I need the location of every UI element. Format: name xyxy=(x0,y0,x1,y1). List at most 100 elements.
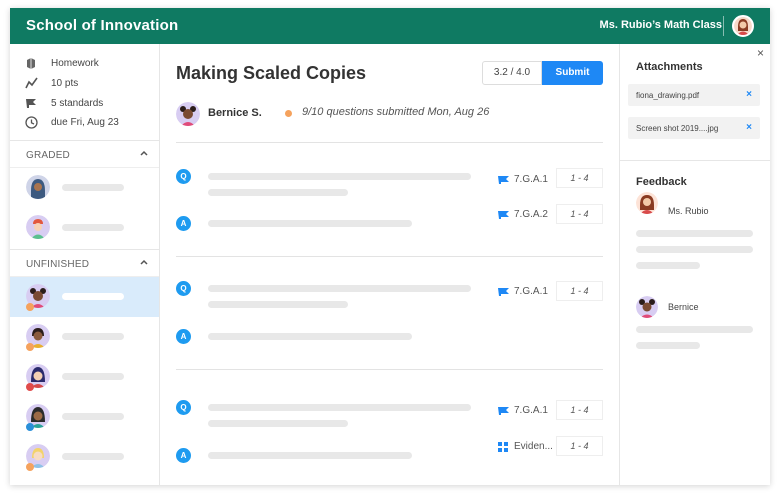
student-row[interactable] xyxy=(10,168,159,208)
student-row-selected[interactable] xyxy=(10,277,159,317)
comment-placeholder xyxy=(636,326,753,333)
student-name-placeholder xyxy=(62,413,124,420)
meta-standards-label: 5 standards xyxy=(51,97,104,109)
book-icon xyxy=(24,56,38,70)
user-avatar[interactable] xyxy=(732,15,754,37)
right-panel: × Attachments fiona_drawing.pdf × Screen… xyxy=(619,44,770,485)
student-row[interactable] xyxy=(10,437,159,477)
app-window: School of Innovation Ms. Rubio’s Math Cl… xyxy=(10,8,770,485)
trend-icon xyxy=(24,76,38,90)
score-range[interactable]: 1 - 4 xyxy=(556,436,603,456)
main-panel: Making Scaled Copies 3.2 / 4.0 Submit Be… xyxy=(160,44,619,485)
score-display[interactable]: 3.2 / 4.0 xyxy=(482,61,542,85)
student-name-placeholder xyxy=(62,333,124,340)
comment-placeholder xyxy=(636,262,700,269)
submit-button[interactable]: Submit xyxy=(542,61,603,85)
score-range[interactable]: 1 - 4 xyxy=(556,204,603,224)
standard-code: 7.G.A.1 xyxy=(514,286,548,297)
remove-attachment-icon[interactable]: × xyxy=(746,122,752,133)
answer-text-placeholder xyxy=(208,452,412,459)
meta-type-label: Homework xyxy=(51,57,99,69)
standard-tag[interactable]: 7.G.A.2 xyxy=(498,209,548,220)
divider xyxy=(176,142,603,143)
meta-due-label: due Fri, Aug 23 xyxy=(51,116,119,128)
standard-code: 7.G.A.1 xyxy=(514,405,548,416)
comment-placeholder xyxy=(636,230,753,237)
question-badge: Q xyxy=(176,169,191,184)
class-name[interactable]: Ms. Rubio’s Math Class xyxy=(600,19,722,31)
answer-text-placeholder xyxy=(208,333,412,340)
attachments-title: Attachments xyxy=(636,61,703,73)
student-name-placeholder xyxy=(62,293,124,300)
student-name: Bernice S. xyxy=(208,107,262,119)
graded-label: GRADED xyxy=(26,150,70,161)
answer-badge: A xyxy=(176,329,191,344)
commenter-avatar xyxy=(636,192,658,214)
answer-badge: A xyxy=(176,216,191,231)
header-divider xyxy=(723,16,724,36)
status-dot xyxy=(26,303,34,311)
status-dot xyxy=(26,383,34,391)
chevron-up-icon[interactable] xyxy=(139,149,149,160)
standard-tag[interactable]: 7.G.A.1 xyxy=(498,405,548,416)
score-range[interactable]: 1 - 4 xyxy=(556,281,603,301)
commenter-name: Bernice xyxy=(668,302,699,312)
question-badge: Q xyxy=(176,281,191,296)
status-dot xyxy=(285,110,292,117)
meta-type: Homework xyxy=(24,55,99,71)
unfinished-section-header[interactable]: UNFINISHED xyxy=(10,249,159,277)
question-text-placeholder xyxy=(208,301,348,308)
assignment-title: Making Scaled Copies xyxy=(176,63,367,83)
meta-standards: 5 standards xyxy=(24,95,103,111)
flag-icon xyxy=(498,210,510,220)
sidebar: Homework 10 pts 5 standards due Fri, Aug… xyxy=(10,44,160,485)
evidence-tag[interactable]: Eviden... xyxy=(498,441,553,452)
standard-tag[interactable]: 7.G.A.1 xyxy=(498,286,548,297)
remove-attachment-icon[interactable]: × xyxy=(746,89,752,100)
question-text-placeholder xyxy=(208,189,348,196)
student-row[interactable] xyxy=(10,357,159,397)
divider xyxy=(176,256,603,257)
evidence-label: Eviden... xyxy=(514,441,553,452)
status-dot xyxy=(26,463,34,471)
student-row[interactable] xyxy=(10,317,159,357)
student-name-placeholder xyxy=(62,373,124,380)
comment-placeholder xyxy=(636,246,753,253)
feedback-title: Feedback xyxy=(636,176,687,188)
graded-section-header[interactable]: GRADED xyxy=(10,140,159,168)
grid-icon xyxy=(498,441,510,452)
student-row[interactable] xyxy=(10,208,159,248)
score-range[interactable]: 1 - 4 xyxy=(556,168,603,188)
student-avatar-icon xyxy=(176,102,200,126)
status-dot xyxy=(26,343,34,351)
meta-points-label: 10 pts xyxy=(51,77,79,89)
question-text-placeholder xyxy=(208,173,471,180)
answer-badge: A xyxy=(176,448,191,463)
student-row[interactable] xyxy=(10,397,159,437)
question-text-placeholder xyxy=(208,420,348,427)
chevron-up-icon[interactable] xyxy=(139,258,149,269)
teacher-avatar-icon xyxy=(636,192,658,214)
question-badge: Q xyxy=(176,400,191,415)
submission-status: 9/10 questions submitted Mon, Aug 26 xyxy=(302,106,490,118)
clock-icon xyxy=(24,115,38,129)
standard-code: 7.G.A.1 xyxy=(514,174,548,185)
status-dot xyxy=(26,423,34,431)
close-icon[interactable]: × xyxy=(757,46,764,60)
flag-icon xyxy=(498,175,510,185)
student-avatar xyxy=(176,102,200,126)
student-avatar-icon xyxy=(26,175,50,199)
unfinished-label: UNFINISHED xyxy=(26,259,90,270)
question-text-placeholder xyxy=(208,285,471,292)
flag-icon xyxy=(498,406,510,416)
attachment-item[interactable]: fiona_drawing.pdf × xyxy=(628,84,760,106)
score-range[interactable]: 1 - 4 xyxy=(556,400,603,420)
standard-tag[interactable]: 7.G.A.1 xyxy=(498,174,548,185)
student-avatar xyxy=(26,175,50,199)
student-avatar-icon xyxy=(636,296,658,318)
meta-points: 10 pts xyxy=(24,75,78,91)
student-name-placeholder xyxy=(62,453,124,460)
attachment-item[interactable]: Screen shot 2019....jpg × xyxy=(628,117,760,139)
student-avatar-icon xyxy=(26,215,50,239)
teacher-avatar-icon xyxy=(734,17,752,35)
